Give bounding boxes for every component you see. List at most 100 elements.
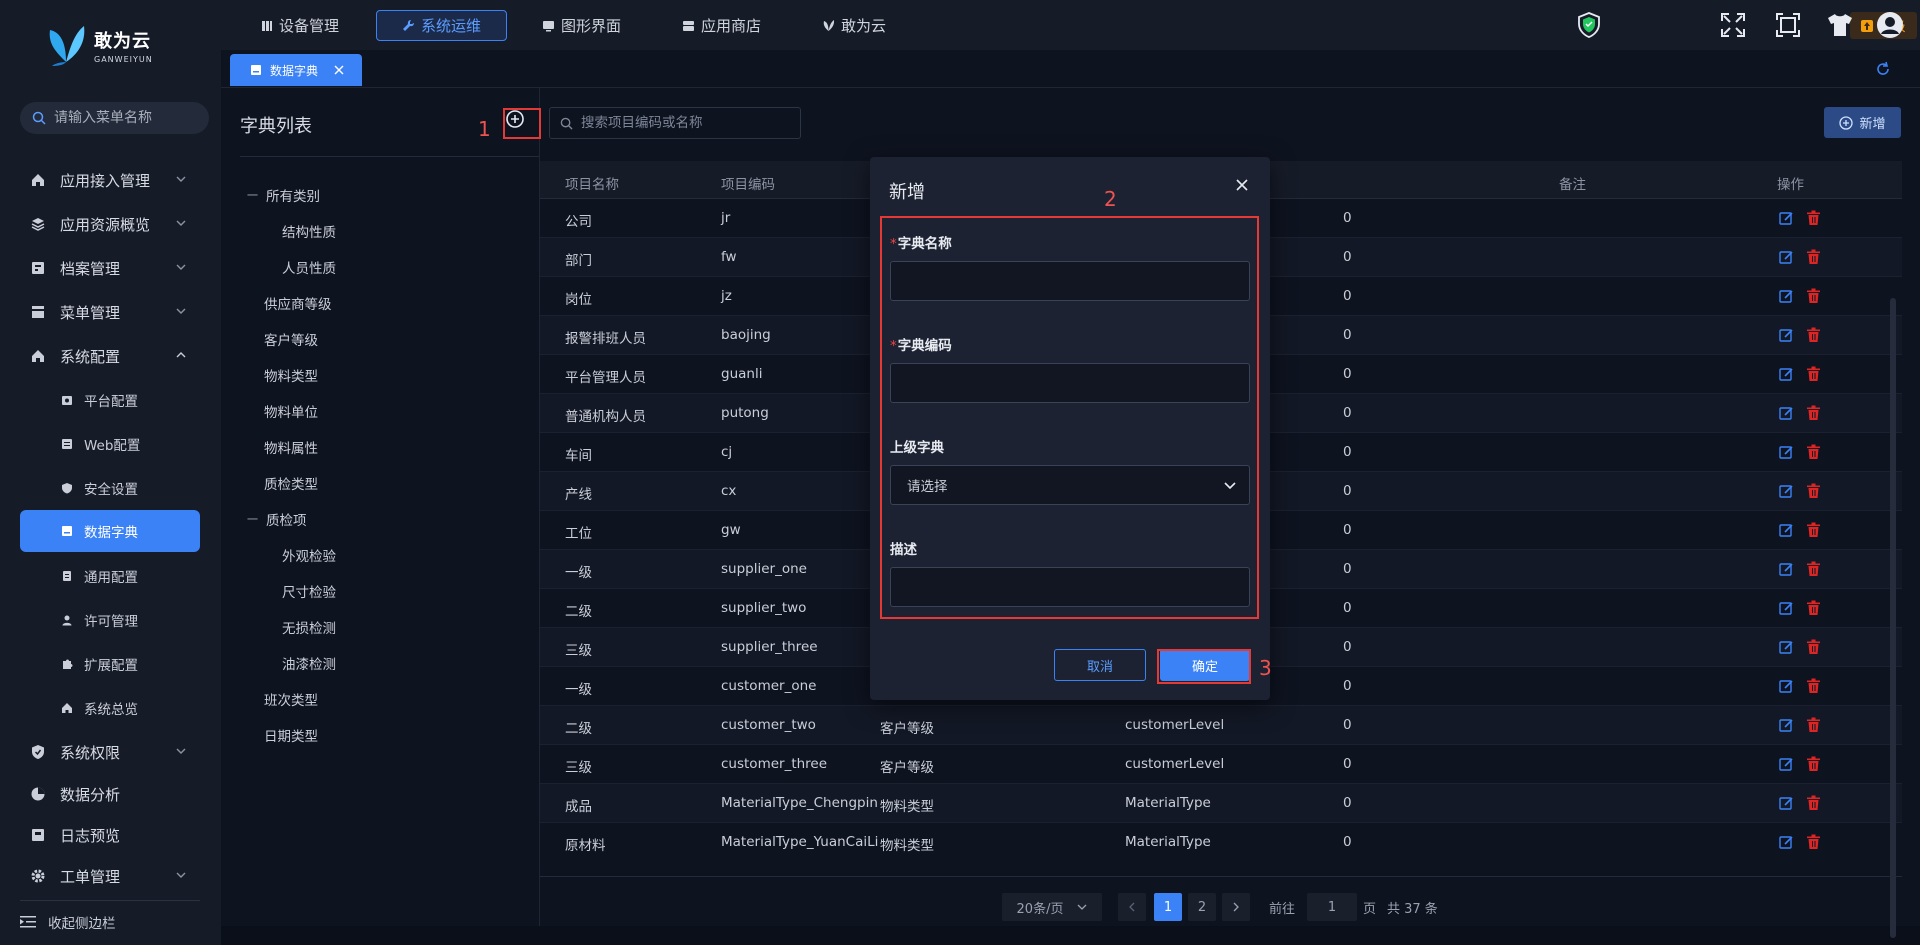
edit-icon[interactable]: [1779, 718, 1794, 733]
refresh-icon[interactable]: [1874, 60, 1892, 78]
edit-icon[interactable]: [1779, 445, 1794, 460]
close-icon[interactable]: [1234, 177, 1250, 193]
sidebar-item-app-resources[interactable]: 应用资源概览: [20, 204, 200, 244]
table-scrollbar[interactable]: [1890, 298, 1896, 938]
tree-node[interactable]: 外观检验: [282, 545, 336, 565]
brand-logo[interactable]: 敢为云 GANWEIYUN: [46, 22, 153, 68]
tree-node[interactable]: 班次类型: [264, 689, 318, 709]
delete-icon[interactable]: [1806, 600, 1821, 616]
add-item-button[interactable]: 新增: [1824, 107, 1901, 138]
delete-icon[interactable]: [1806, 483, 1821, 499]
tree-node[interactable]: 结构性质: [282, 221, 336, 241]
sidebar-subitem-web-config[interactable]: Web配置: [20, 423, 200, 465]
tab-ganweiyun[interactable]: 敢为云: [808, 10, 900, 41]
theme-shirt-icon[interactable]: [1825, 10, 1855, 40]
table-row[interactable]: 成品 MaterialType_Chengpin 物料类型 MaterialType 0: [540, 784, 1902, 823]
tree-node[interactable]: 油漆检测: [282, 653, 336, 673]
delete-icon[interactable]: [1806, 795, 1821, 811]
tab-device-management[interactable]: 设备管理: [247, 10, 353, 41]
edit-icon[interactable]: [1779, 367, 1794, 382]
delete-icon[interactable]: [1806, 444, 1821, 460]
prev-page-button[interactable]: [1118, 893, 1146, 921]
sidebar-item-tickets[interactable]: 工单管理: [20, 856, 200, 896]
page-size-select[interactable]: 20条/页: [1002, 893, 1102, 921]
page-number[interactable]: 2: [1188, 893, 1216, 921]
edit-icon[interactable]: [1779, 523, 1794, 538]
sidebar-item-analytics[interactable]: 数据分析: [20, 774, 200, 814]
edit-icon[interactable]: [1779, 796, 1794, 811]
sidebar-item-menus[interactable]: 菜单管理: [20, 292, 200, 332]
cancel-button[interactable]: 取消: [1054, 649, 1146, 681]
edit-icon[interactable]: [1779, 328, 1794, 343]
collapse-toggle[interactable]: 一: [247, 187, 258, 203]
item-search-input[interactable]: [581, 115, 791, 131]
edit-icon[interactable]: [1779, 757, 1794, 772]
delete-icon[interactable]: [1806, 639, 1821, 655]
tree-node[interactable]: 尺寸检验: [282, 581, 336, 601]
tab-system-ops[interactable]: 系统运维: [376, 10, 507, 41]
edit-icon[interactable]: [1779, 250, 1794, 265]
tree-node[interactable]: 客户等级: [264, 329, 318, 349]
close-icon[interactable]: [334, 65, 344, 75]
delete-icon[interactable]: [1806, 327, 1821, 343]
edit-icon[interactable]: [1779, 601, 1794, 616]
edit-icon[interactable]: [1779, 211, 1794, 226]
edit-icon[interactable]: [1779, 679, 1794, 694]
sidebar-item-archives[interactable]: 档案管理: [20, 248, 200, 288]
delete-icon[interactable]: [1806, 249, 1821, 265]
delete-icon[interactable]: [1806, 756, 1821, 772]
sidebar-item-system-config[interactable]: 系统配置: [20, 336, 200, 376]
edit-icon[interactable]: [1779, 835, 1794, 850]
tree-node[interactable]: 供应商等级: [264, 293, 332, 313]
edit-icon[interactable]: [1779, 640, 1794, 655]
edit-icon[interactable]: [1779, 406, 1794, 421]
delete-icon[interactable]: [1806, 522, 1821, 538]
tab-graphics[interactable]: 图形界面: [528, 10, 635, 41]
sidebar-subitem-general-config[interactable]: 通用配置: [20, 555, 200, 597]
collapse-sidebar-button[interactable]: 收起侧边栏: [20, 912, 116, 932]
edit-icon[interactable]: [1779, 289, 1794, 304]
tree-node[interactable]: 日期类型: [264, 725, 318, 745]
fullscreen-icon[interactable]: [1718, 10, 1748, 40]
delete-icon[interactable]: [1806, 366, 1821, 382]
tree-node[interactable]: 物料属性: [264, 437, 318, 457]
sidebar-subitem-overview[interactable]: 系统总览: [20, 687, 200, 729]
sidebar-subitem-license[interactable]: 许可管理: [20, 599, 200, 641]
table-row[interactable]: 三级 customer_three 客户等级 customerLevel 0: [540, 745, 1902, 784]
sidebar-item-app-access[interactable]: 应用接入管理: [20, 160, 200, 200]
next-page-button[interactable]: [1222, 893, 1250, 921]
screen-frame-icon[interactable]: [1773, 10, 1803, 40]
avatar[interactable]: [1875, 10, 1905, 40]
menu-search-input[interactable]: [54, 110, 204, 126]
tree-node[interactable]: 质检类型: [264, 473, 318, 493]
delete-icon[interactable]: [1806, 405, 1821, 421]
delete-icon[interactable]: [1806, 717, 1821, 733]
tree-node[interactable]: 一所有类别: [247, 185, 320, 205]
item-search[interactable]: [549, 107, 801, 139]
delete-icon[interactable]: [1806, 210, 1821, 226]
edit-icon[interactable]: [1779, 484, 1794, 499]
edit-icon[interactable]: [1779, 562, 1794, 577]
page-number[interactable]: 1: [1154, 893, 1182, 921]
table-row[interactable]: 原材料 MaterialType_YuanCaiLi 物料类型 MaterialTyp…: [540, 823, 1902, 859]
sidebar-subitem-platform-config[interactable]: 平台配置: [20, 379, 200, 421]
page-tab-data-dict[interactable]: 数据字典: [230, 54, 362, 86]
delete-icon[interactable]: [1806, 561, 1821, 577]
menu-search[interactable]: [20, 102, 209, 134]
sidebar-item-permissions[interactable]: 系统权限: [20, 732, 200, 772]
tree-node[interactable]: 物料单位: [264, 401, 318, 421]
delete-icon[interactable]: [1806, 678, 1821, 694]
tree-node[interactable]: 一质检项: [247, 509, 307, 529]
tree-node[interactable]: 人员性质: [282, 257, 336, 277]
sidebar-item-logs[interactable]: 日志预览: [20, 815, 200, 855]
sidebar-subitem-security[interactable]: 安全设置: [20, 467, 200, 509]
tab-app-store[interactable]: 应用商店: [668, 10, 775, 41]
tree-node[interactable]: 无损检测: [282, 617, 336, 637]
sidebar-subitem-data-dict[interactable]: 数据字典: [20, 510, 200, 552]
sidebar-subitem-extension[interactable]: 扩展配置: [20, 643, 200, 685]
goto-page-input[interactable]: 1: [1307, 893, 1357, 921]
tree-node[interactable]: 物料类型: [264, 365, 318, 385]
delete-icon[interactable]: [1806, 288, 1821, 304]
table-row[interactable]: 二级 customer_two 客户等级 customerLevel 0: [540, 706, 1902, 745]
delete-icon[interactable]: [1806, 834, 1821, 850]
